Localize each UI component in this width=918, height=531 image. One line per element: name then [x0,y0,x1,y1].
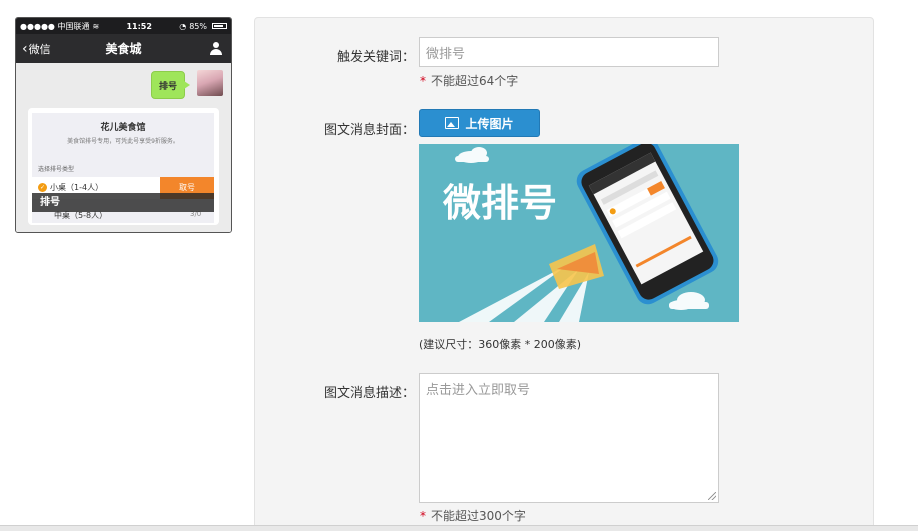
page-root: ●●●●● 中国联通 ≋ 11:52 ◔ 85% ‹ 微信 美食城 排号 花儿美… [0,0,918,531]
carrier-text: ●●●●● 中国联通 [20,21,90,31]
description-hint: * 不能超过300个字 [420,507,526,524]
image-icon [445,117,460,129]
chat-bubble: 排号 [151,71,190,99]
required-mark-desc: * [420,509,426,523]
keyword-input[interactable] [419,37,719,67]
phone-nav-title: 美食城 [105,42,142,56]
keyword-label: 触发关键词： [336,50,415,65]
alarm-icon: ◔ [179,21,187,31]
shop-name: 花儿美食馆 [100,123,146,133]
avatar [197,70,223,96]
upload-image-button[interactable]: 上传图片 [419,109,540,137]
queue-type-label: 选择排号类型 [38,166,75,173]
cover-label: 图文消息封面： [323,123,415,138]
check-icon: ✓ [38,183,47,192]
queue-option-label: 小桌（1-4人） [50,183,104,192]
back-button[interactable]: ‹ 微信 [22,34,51,63]
size-note: (建议尺寸：360像素 * 200像素) [419,338,582,351]
chat-area: 排号 花儿美食馆 美食馆排号专用，可凭此号享受9折服务。 选择排号类型 ✓ 小桌… [16,63,231,232]
cover-title: 微排号 [442,181,557,225]
description-value: 点击进入立即取号 [426,383,531,398]
description-textarea[interactable]: 点击进入立即取号 [419,373,719,503]
phone-nav-bar: ‹ 微信 美食城 [16,34,231,63]
resize-handle-icon[interactable] [708,492,716,500]
status-time: 11:52 [126,21,152,31]
keyword-hint-text: 不能超过64个字 [431,74,519,88]
phone-status-bar: ●●●●● 中国联通 ≋ 11:52 ◔ 85% [16,18,231,34]
upload-button-label: 上传图片 [465,116,514,131]
cover-illustration: ✦ [419,144,739,322]
battery-text: 85% [189,21,207,31]
form-panel: 触发关键词： * 不能超过64个字 图文消息封面： 上传图片 ✦ [254,17,874,531]
horizontal-scrollbar[interactable] [0,525,918,531]
card-title-overlay: 排号 [32,193,214,212]
phone-preview: ●●●●● 中国联通 ≋ 11:52 ◔ 85% ‹ 微信 美食城 排号 花儿美… [15,17,232,233]
chevron-left-icon: ‹ [22,40,28,57]
shop-description: 美食馆排号专用，可凭此号享受9折服务。 [67,138,179,145]
required-mark: * [420,74,426,88]
cover-image: ✦ [419,144,739,322]
back-label: 微信 [28,42,51,56]
user-icon[interactable] [210,42,222,55]
battery-icon [211,23,227,29]
wifi-icon: ≋ [92,21,100,31]
description-hint-text: 不能超过300个字 [431,509,526,523]
description-label: 图文消息描述： [323,386,415,401]
keyword-hint: * 不能超过64个字 [420,72,518,89]
